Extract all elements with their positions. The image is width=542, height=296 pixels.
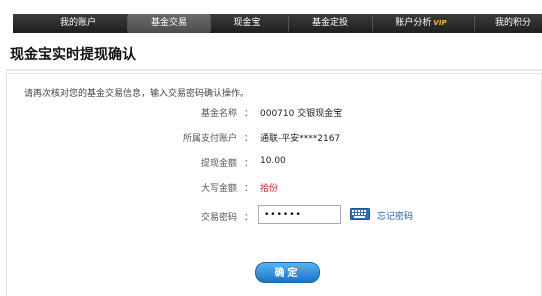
- nav-item-cash-treasure[interactable]: 现金宝: [211, 14, 283, 33]
- nav-item-label: 基金交易: [150, 18, 187, 28]
- nav-item-label: 我的账户: [59, 18, 96, 28]
- nav-item-my-account[interactable]: 我的账户: [38, 14, 118, 33]
- keyboard-icon[interactable]: [350, 208, 370, 220]
- trade-password-input[interactable]: [258, 205, 341, 224]
- nav-item-label: 基金定投: [311, 18, 348, 28]
- payment-account-value: 通联-平安****2167: [260, 134, 341, 144]
- instruction-text: 请再次核对您的基金交易信息，输入交易密码确认操作。: [24, 89, 250, 99]
- fund-name-colon: ：: [244, 109, 254, 119]
- title-divider: [6, 69, 542, 71]
- nav-item-fund-investment-plan[interactable]: 基金定投: [289, 14, 371, 33]
- confirm-button[interactable]: 确定: [255, 262, 320, 283]
- nav-divider: [474, 16, 475, 31]
- forgot-password-link[interactable]: 忘记密码: [377, 209, 413, 222]
- trade-password-label: 交易密码: [200, 213, 237, 223]
- withdrawal-amount-label: 提现金额: [200, 159, 237, 169]
- fund-name-label: 基金名称: [200, 109, 237, 119]
- nav-item-label: 我的积分: [495, 18, 532, 28]
- vip-badge: VIP: [433, 19, 447, 27]
- nav-item-label: 账户分析: [395, 18, 432, 28]
- withdrawal-amount-value: 10.00: [260, 156, 286, 166]
- payment-account-label: 所属支付账户: [182, 134, 237, 144]
- nav-item-account-analysis[interactable]: 账户分析 VIP: [373, 14, 469, 33]
- fund-name-value: 000710 交银现金宝: [260, 109, 343, 119]
- trade-password-colon: ：: [244, 213, 254, 223]
- nav-item-label: 现金宝: [233, 18, 261, 28]
- withdrawal-amount-colon: ：: [244, 159, 254, 169]
- payment-account-colon: ：: [244, 134, 254, 144]
- nav-item-fund-trading[interactable]: 基金交易: [128, 14, 210, 33]
- page-title: 现金宝实时提现确认: [10, 47, 136, 63]
- top-navigation: 我的账户 基金交易 现金宝 基金定投 账户分析 VIP 我的积分: [0, 0, 542, 33]
- nav-item-my-points[interactable]: 我的积分: [479, 14, 542, 33]
- amount-in-words-value: 拾份: [260, 184, 279, 194]
- amount-in-words-colon: ：: [244, 184, 254, 194]
- amount-in-words-label: 大写金额: [200, 184, 237, 194]
